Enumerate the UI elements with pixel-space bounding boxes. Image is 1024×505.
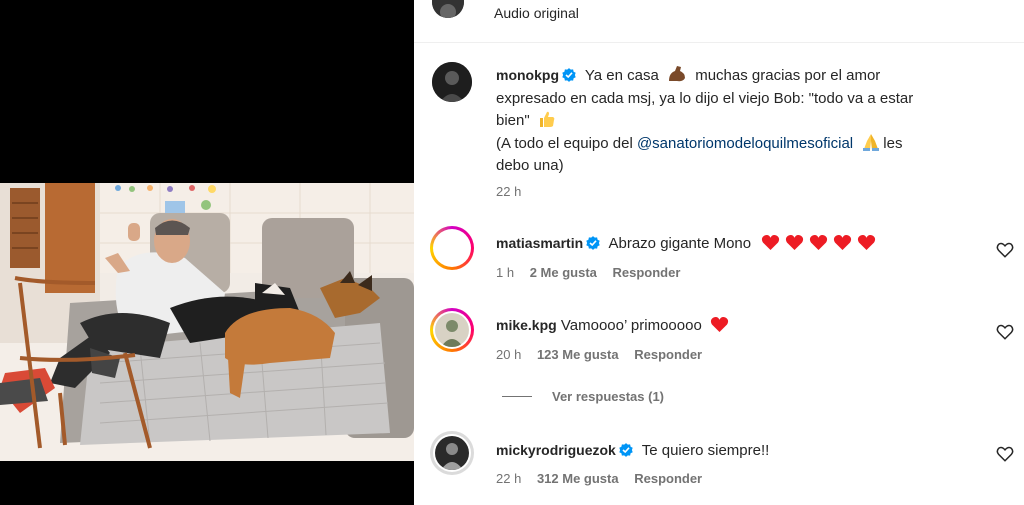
red-heart-emoji	[858, 235, 876, 251]
post-header: Audio original •••	[414, 0, 1024, 43]
comment-username[interactable]: matiasmartin	[496, 235, 583, 251]
caption-text-3: expresado en cada msj, ya lo dijo el vie…	[496, 89, 914, 107]
comment-avatar[interactable]	[430, 431, 474, 475]
view-replies-label: Ver respuestas (1)	[552, 389, 665, 404]
comment-likes[interactable]: 2 Me gusta	[530, 265, 597, 280]
caption-text-6: les	[883, 134, 903, 152]
more-icon[interactable]: •••	[986, 0, 1010, 6]
replies-divider	[502, 396, 532, 397]
media-pane	[0, 0, 414, 505]
comment-avatar[interactable]	[430, 308, 474, 352]
caption-username[interactable]: monokpg	[496, 67, 559, 83]
red-heart-emoji	[834, 235, 852, 251]
thumbs-up-emoji	[539, 111, 555, 127]
folded-hands-emoji	[863, 133, 880, 151]
comment-text: Vamoooo’ primooooo	[560, 317, 702, 334]
verified-badge-icon	[619, 443, 633, 457]
comment-time[interactable]: 22 h	[496, 471, 521, 486]
verified-badge-icon	[586, 236, 600, 250]
heart-outline-icon[interactable]	[996, 241, 1014, 259]
red-heart-emoji	[710, 317, 729, 333]
comment-text: Abrazo gigante Mono	[608, 235, 752, 252]
comment-time[interactable]: 1 h	[496, 265, 514, 280]
red-heart-emoji	[810, 235, 828, 251]
reply-button[interactable]: Responder	[634, 471, 702, 486]
heart-outline-icon[interactable]	[996, 323, 1014, 341]
post-photo[interactable]	[0, 183, 414, 461]
caption-avatar[interactable]	[432, 62, 472, 102]
caption-text-4: bien"	[496, 112, 530, 129]
caption-text-5: (A todo el equipo del	[496, 134, 637, 152]
verified-badge-icon	[562, 68, 576, 82]
comment-username[interactable]: mike.kpg	[496, 317, 557, 333]
author-avatar[interactable]	[432, 0, 464, 18]
caption-text-2: muchas gracias por el amor	[695, 67, 881, 84]
audio-link[interactable]: Audio original	[494, 5, 579, 21]
caption-text-7: debo una)	[496, 157, 564, 174]
comments-pane: Audio original ••• monokpg Ya en casa mu…	[414, 0, 1024, 505]
comment-likes[interactable]: 312 Me gusta	[537, 471, 619, 486]
view-replies-button[interactable]: Ver respuestas (1)	[502, 389, 664, 404]
reply-button[interactable]: Responder	[613, 265, 681, 280]
comment-time[interactable]: 20 h	[496, 347, 521, 362]
heart-outline-icon[interactable]	[996, 445, 1014, 463]
post-caption: monokpg Ya en casa muchas gracias por el…	[496, 64, 976, 178]
reply-button[interactable]: Responder	[634, 347, 702, 362]
caption-mention-link[interactable]: @sanatoriomodeloquilmesoficial	[637, 135, 853, 152]
comment-username[interactable]: mickyrodriguezok	[496, 442, 616, 458]
comment-text: Te quiero siempre!!	[641, 442, 770, 459]
red-heart-emoji	[786, 235, 804, 251]
comment-avatar[interactable]	[430, 226, 474, 270]
caption-text-1: Ya en casa	[584, 67, 659, 84]
flexed-biceps-emoji	[669, 66, 686, 82]
red-heart-emoji	[762, 235, 780, 251]
comment-likes[interactable]: 123 Me gusta	[537, 347, 619, 362]
caption-timestamp[interactable]: 22 h	[496, 184, 521, 199]
